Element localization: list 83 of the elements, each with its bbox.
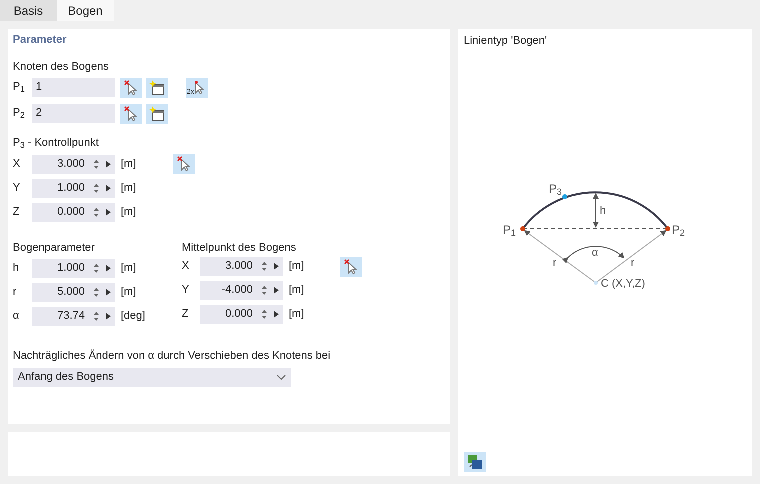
number-field[interactable]: 2 xyxy=(32,104,115,123)
group-title: Knoten des Bogens xyxy=(13,60,110,74)
expand-arrow-icon[interactable] xyxy=(106,160,111,168)
field-label: Z xyxy=(182,307,190,322)
field-label: r xyxy=(13,285,18,300)
group-title: Bogenparameter xyxy=(13,240,96,256)
chevron-down-icon xyxy=(277,374,286,380)
number-field[interactable]: 3.000 xyxy=(200,257,283,276)
spinner-icon[interactable] xyxy=(93,158,100,170)
unit-label: [m] xyxy=(121,156,138,172)
pick-node-button[interactable] xyxy=(120,104,142,124)
expand-arrow-icon[interactable] xyxy=(274,263,279,270)
cursor-icon xyxy=(123,106,139,122)
number-field[interactable]: -4.000 xyxy=(200,281,283,300)
number-field[interactable]: 0.000 xyxy=(32,202,115,222)
field-label: α xyxy=(13,309,20,324)
field-label: P$_{1}$ xyxy=(13,80,26,96)
number-field[interactable]: 0.000 xyxy=(200,305,283,324)
field-label: Y xyxy=(13,180,22,196)
field-label: h xyxy=(13,261,20,276)
dropdown[interactable]: Anfang des Bogens xyxy=(13,368,291,386)
expand-arrow-icon[interactable] xyxy=(274,311,279,318)
image-button[interactable] xyxy=(464,452,486,472)
field-label: Y xyxy=(182,283,190,298)
group-title: Mittelpunkt des Bogens xyxy=(182,240,298,256)
picture-icon xyxy=(467,454,483,470)
diagram-label: P$_{3}$ xyxy=(549,180,562,198)
expand-arrow-icon[interactable] xyxy=(106,289,111,296)
field-label: P$_{2}$ xyxy=(13,106,26,122)
section-title: Parameter xyxy=(13,33,68,48)
cursor-icon xyxy=(343,258,359,274)
number-field[interactable]: 1.000 xyxy=(32,259,115,278)
field-label: X xyxy=(182,259,190,274)
spinner-icon[interactable] xyxy=(93,182,100,194)
spinner-icon[interactable] xyxy=(261,309,268,320)
diagram-label: h xyxy=(600,204,606,219)
spinner-icon[interactable] xyxy=(93,263,100,274)
preview-title: Linientyp 'Bogen' xyxy=(464,34,548,49)
group-title: P$_{3}$ - Kontrollpunkt xyxy=(13,136,100,152)
new-window-icon xyxy=(149,80,165,96)
number-field[interactable]: 5.000 xyxy=(32,283,115,302)
unit-label: [m] xyxy=(289,307,306,322)
diagram-label: r xyxy=(631,256,635,271)
new-node-button[interactable] xyxy=(146,78,168,98)
pick-center-button[interactable] xyxy=(340,256,362,276)
diagram-label: P$_{2}$ xyxy=(672,222,686,239)
number-field[interactable]: 1 xyxy=(32,78,115,97)
cursor-icon xyxy=(123,80,139,96)
diagram-label: α xyxy=(592,246,598,261)
field-label: Z xyxy=(13,204,21,220)
expand-arrow-icon[interactable] xyxy=(106,265,111,272)
number-field[interactable]: 3.000 xyxy=(32,154,115,174)
tab[interactable]: Bogen xyxy=(57,0,114,21)
expand-arrow-icon[interactable] xyxy=(106,313,111,320)
new-node-button[interactable] xyxy=(146,104,168,124)
spinner-icon[interactable] xyxy=(93,287,100,298)
field-label: X xyxy=(13,156,22,172)
unit-label: [m] xyxy=(121,204,138,220)
number-field[interactable]: 73.74 xyxy=(32,307,115,326)
number-field[interactable]: 1.000 xyxy=(32,178,115,198)
spinner-icon[interactable] xyxy=(261,261,268,272)
unit-label: [m] xyxy=(121,261,138,276)
diagram-label: P$_{1}$ xyxy=(503,222,516,239)
unit-label: [m] xyxy=(121,180,138,196)
unit-label: [deg] xyxy=(121,309,146,324)
cursor-icon xyxy=(195,80,204,94)
unit-label: [m] xyxy=(289,259,306,274)
spinner-icon[interactable] xyxy=(93,206,100,218)
diagram-label: r xyxy=(553,256,557,271)
tab[interactable]: Basis xyxy=(0,0,57,21)
pick-node-button[interactable] xyxy=(120,78,142,98)
pick-point-button[interactable] xyxy=(173,154,195,174)
spinner-icon[interactable] xyxy=(93,311,100,322)
unit-label: [m] xyxy=(121,285,138,300)
expand-arrow-icon[interactable] xyxy=(106,184,111,192)
expand-arrow-icon[interactable] xyxy=(106,208,111,216)
expand-arrow-icon[interactable] xyxy=(274,287,279,294)
field-label: Nachträgliches Ändern von α durch Verschieben des Knotens bei xyxy=(13,348,332,364)
new-window-icon xyxy=(149,106,165,122)
spinner-icon[interactable] xyxy=(261,285,268,296)
unit-label: [m] xyxy=(289,283,306,298)
cursor-icon xyxy=(176,156,192,172)
diagram-label: C (X,Y,Z) xyxy=(601,276,646,292)
